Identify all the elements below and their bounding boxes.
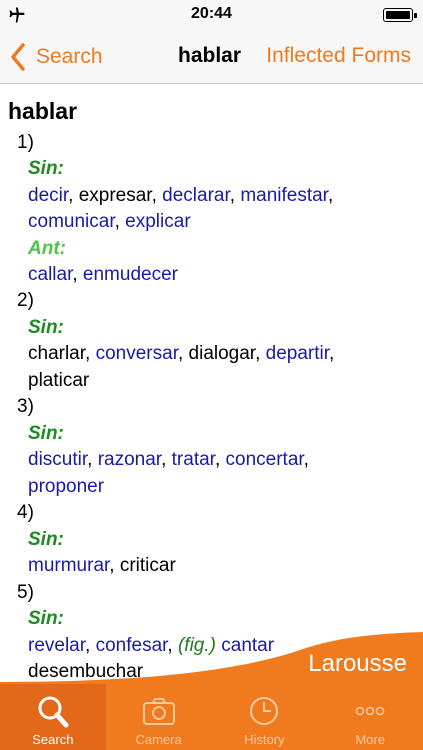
synonym-link[interactable]: concertar: [226, 449, 304, 470]
synonym-line: proponer: [28, 474, 104, 500]
tab-history[interactable]: History: [212, 684, 318, 750]
sense-number: 3): [17, 396, 34, 417]
synonym-label: Sin:: [28, 423, 64, 444]
tab-label: More: [355, 732, 385, 747]
sense-number: 5): [17, 582, 34, 603]
tab-more[interactable]: More: [317, 684, 423, 750]
screen: { "status_bar": {"time": "20:44"}, "nav"…: [0, 0, 423, 750]
synonym-link[interactable]: murmurar: [28, 555, 109, 576]
status-time: 20:44: [191, 5, 232, 22]
synonym-line: comunicar, explicar: [28, 211, 191, 232]
synonym-link[interactable]: declarar: [162, 185, 230, 206]
antonym-line: callar, enmudecer: [28, 264, 178, 285]
synonym-link[interactable]: explicar: [125, 211, 190, 232]
status-bar: 20:44: [0, 0, 423, 30]
synonym-label: Sin:: [28, 608, 64, 629]
dictionary-entry: hablar 1) Sin: decir, expresar, declarar…: [0, 84, 423, 684]
synonym-link[interactable]: discutir: [28, 449, 87, 470]
larousse-logo: Larousse: [308, 650, 407, 677]
entry-headword: hablar: [8, 98, 78, 124]
synonym-text: platicar: [28, 370, 90, 391]
inflected-forms-button[interactable]: Inflected Forms: [266, 44, 411, 68]
synonym-line: discutir, razonar, tratar, concertar,: [28, 449, 309, 470]
synonym-label: Sin:: [28, 529, 64, 550]
synonym-link[interactable]: conversar: [96, 343, 178, 364]
synonym-text: expresar: [78, 185, 152, 206]
tab-label: History: [244, 732, 285, 747]
synonym-link[interactable]: departir: [266, 343, 329, 364]
synonym-text: dialogar: [188, 343, 256, 364]
chevron-left-icon: [11, 43, 25, 71]
tab-bar: Search Camera History More: [0, 684, 423, 750]
tab-search[interactable]: Search: [0, 684, 106, 750]
camera-icon: [142, 698, 175, 725]
synonym-label: Sin:: [28, 158, 64, 179]
antonym-link[interactable]: enmudecer: [83, 264, 178, 285]
sense-number: 4): [17, 502, 34, 523]
synonym-link[interactable]: tratar: [172, 449, 215, 470]
synonym-label: Sin:: [28, 317, 64, 338]
synonym-link[interactable]: razonar: [98, 449, 161, 470]
clock-icon: [250, 697, 279, 725]
tab-camera[interactable]: Camera: [106, 684, 212, 750]
synonym-link[interactable]: comunicar: [28, 211, 115, 232]
synonym-link[interactable]: manifestar: [240, 185, 328, 206]
more-dots-icon: [355, 706, 385, 716]
tab-label: Search: [32, 732, 74, 747]
synonym-line: murmurar, criticar: [28, 555, 176, 576]
antonym-label: Ant:: [28, 238, 66, 259]
synonym-text: criticar: [119, 555, 176, 576]
back-button[interactable]: Search: [10, 42, 103, 72]
page-title: hablar: [178, 44, 242, 67]
sense-number: 2): [17, 290, 34, 311]
synonym-text: charlar: [28, 343, 86, 364]
synonym-link[interactable]: proponer: [28, 476, 104, 497]
synonym-line: decir, expresar, declarar, manifestar,: [28, 185, 334, 206]
synonym-line: platicar: [28, 368, 89, 394]
search-icon: [38, 696, 69, 728]
navigation-bar: Search hablar Inflected Forms: [0, 30, 423, 84]
battery-icon: [383, 8, 417, 22]
sense-number: 1): [17, 132, 34, 153]
tab-label: Camera: [135, 732, 182, 747]
synonym-line: charlar, conversar, dialogar, departir,: [28, 343, 335, 364]
antonym-link[interactable]: callar: [28, 264, 72, 285]
synonym-link[interactable]: decir: [28, 185, 68, 206]
back-button-label: Search: [36, 45, 103, 68]
